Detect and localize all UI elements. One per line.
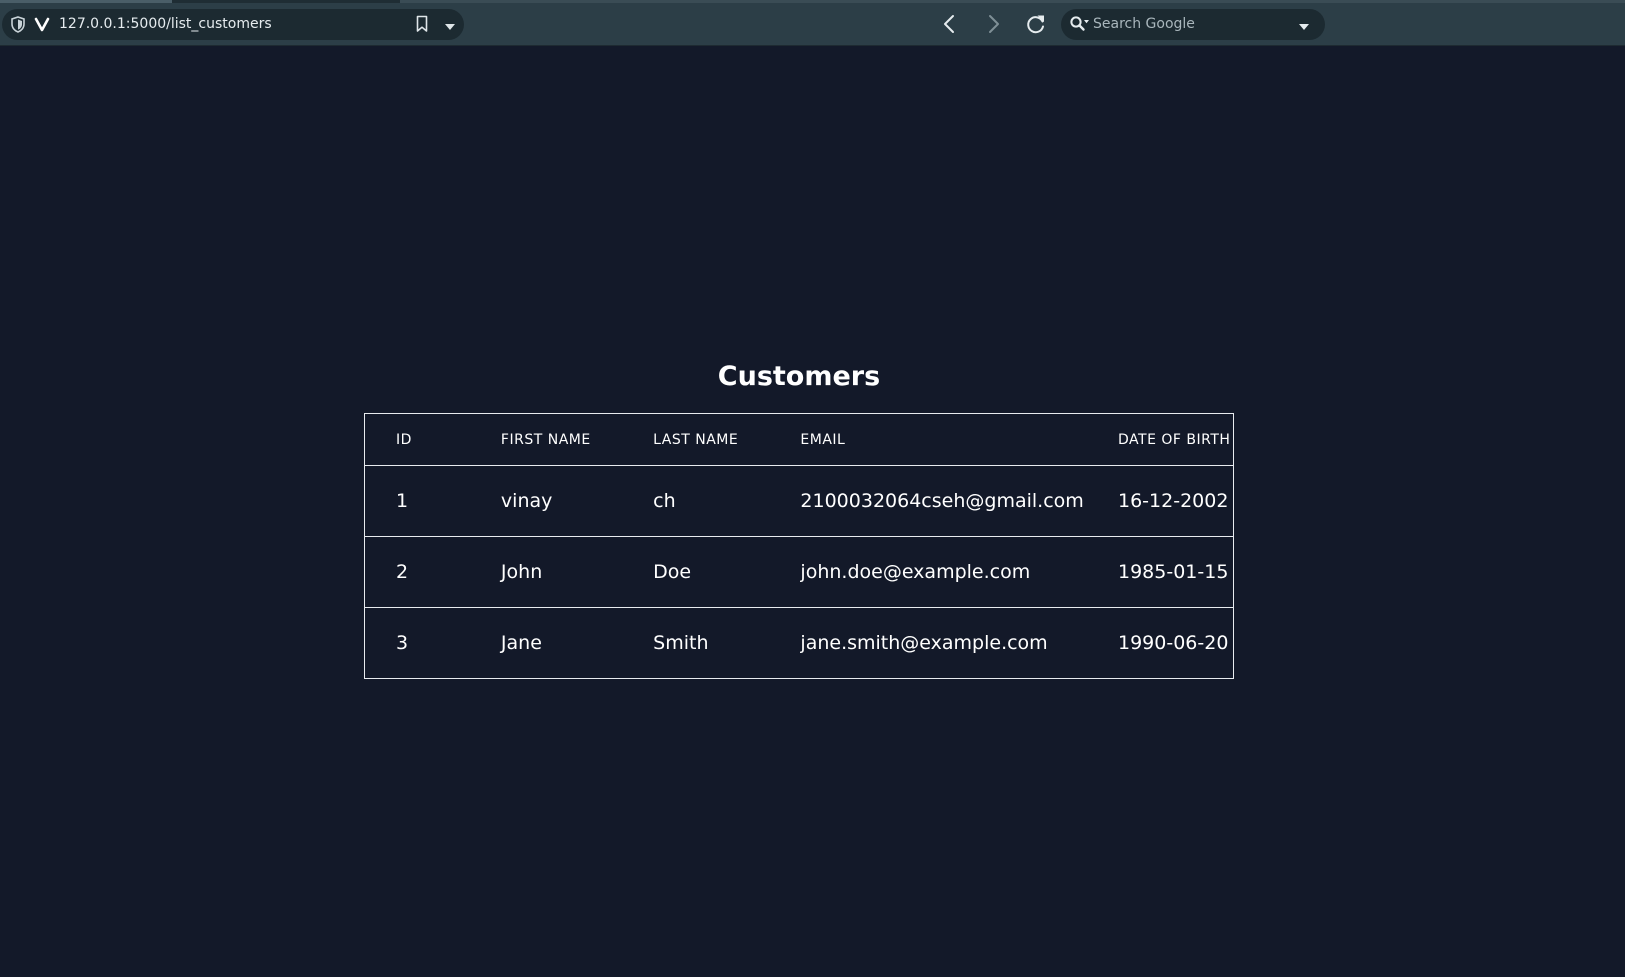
column-header-first-name: FIRST NAME xyxy=(500,413,654,466)
search-icon[interactable] xyxy=(1069,15,1091,33)
table-row: 2 John Doe john.doe@example.com 1985-01-… xyxy=(364,536,1234,608)
chevron-down-icon[interactable] xyxy=(443,18,457,30)
table-row: 3 Jane Smith jane.smith@example.com 1990… xyxy=(365,608,1234,679)
tab-indicator-secondary[interactable] xyxy=(400,0,1625,3)
url-text[interactable]: 127.0.0.1:5000/list_customers xyxy=(59,15,272,34)
column-header-last-name: LAST NAME xyxy=(653,413,801,466)
browser-toolbar: 127.0.0.1:5000/list_customers xyxy=(0,0,1625,46)
forward-button[interactable] xyxy=(979,10,1009,38)
page-title: Customers xyxy=(717,361,881,392)
cell-id: 3 xyxy=(396,632,409,654)
tab-strip xyxy=(0,0,1625,3)
column-header-email: EMAIL xyxy=(800,413,1118,466)
cell-first-name: vinay xyxy=(500,465,654,537)
back-button[interactable] xyxy=(935,10,965,38)
cell-last-name: Doe xyxy=(653,536,801,608)
search-input[interactable] xyxy=(1093,14,1283,34)
cell-email: jane.smith@example.com xyxy=(800,632,1048,654)
address-bar[interactable]: 127.0.0.1:5000/list_customers xyxy=(2,9,464,40)
cell-first-name: Jane xyxy=(500,632,542,654)
chevron-down-icon[interactable] xyxy=(1297,18,1311,30)
shield-icon[interactable] xyxy=(10,16,26,33)
table-row: 1 vinay ch 2100032064cseh@gmail.com 16-1… xyxy=(364,465,1234,537)
reload-button[interactable] xyxy=(1021,10,1051,38)
tab-indicator[interactable] xyxy=(0,0,172,3)
cell-email: john.doe@example.com xyxy=(800,536,1118,608)
cell-date-of-birth: 1985-01-15 xyxy=(1118,536,1234,608)
cell-email: 2100032064cseh@gmail.com xyxy=(800,465,1118,537)
cell-id: 1 xyxy=(364,465,501,537)
v-logo-icon xyxy=(34,16,50,32)
chevron-right-icon xyxy=(989,15,999,33)
cell-date-of-birth: 16-12-2002 xyxy=(1118,465,1234,537)
reload-icon xyxy=(1027,15,1044,34)
cell-last-name: Smith xyxy=(653,632,709,654)
bookmark-icon[interactable] xyxy=(415,15,429,33)
search-box[interactable] xyxy=(1061,9,1325,40)
cell-id: 2 xyxy=(364,536,501,608)
cell-first-name: John xyxy=(500,536,654,608)
table-header: ID FIRST NAME LAST NAME EMAIL DATE OF BI… xyxy=(364,413,1234,466)
customers-table: ID FIRST NAME LAST NAME EMAIL DATE OF BI… xyxy=(364,413,1234,679)
header-row: ID FIRST NAME LAST NAME EMAIL DATE OF BI… xyxy=(364,413,1234,466)
column-header-date-of-birth: DATE OF BIRTH xyxy=(1118,413,1234,466)
table-body: 1 vinay ch 2100032064cseh@gmail.com 16-1… xyxy=(364,465,1234,679)
cell-last-name: ch xyxy=(653,465,801,537)
cell-date-of-birth: 1990-06-20 xyxy=(1118,632,1229,654)
page-content: Customers ID FIRST NAME LAST NAME EMAIL … xyxy=(0,46,1625,977)
chevron-left-icon xyxy=(944,15,954,33)
column-header-id: ID xyxy=(364,413,501,466)
